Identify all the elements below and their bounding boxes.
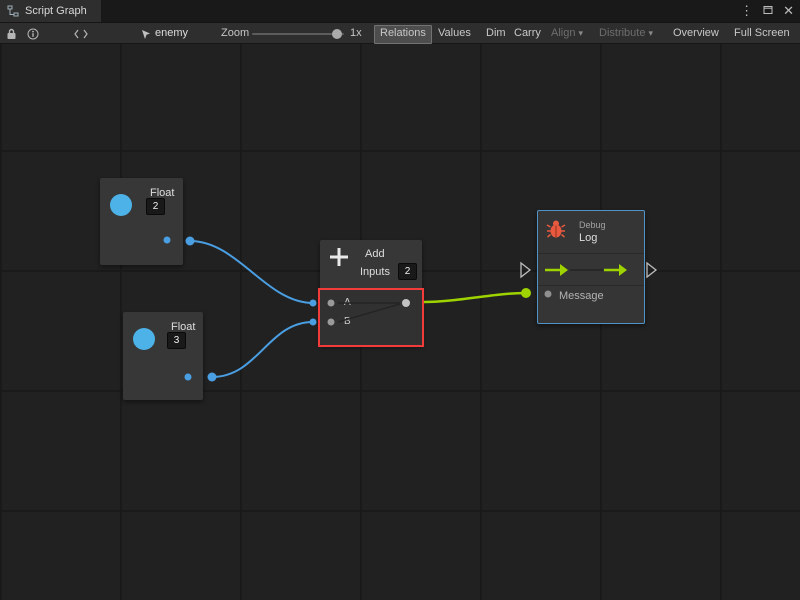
node-title: Log — [579, 232, 597, 244]
align-label: Align — [551, 27, 575, 39]
zoom-label: Zoom — [221, 27, 249, 39]
graph-pointer-icon — [141, 29, 151, 43]
close-icon[interactable]: ✕ — [783, 0, 794, 22]
node-title: Add — [365, 248, 385, 260]
zoom-slider-handle[interactable] — [332, 29, 342, 39]
node-float-b[interactable]: Float 3 — [123, 312, 203, 400]
graph-canvas[interactable]: Float 2 Float 3 Add Inputs 2 A B — [0, 44, 800, 600]
float-value-field[interactable]: 3 — [167, 332, 186, 349]
chevron-down-icon: ▾ — [648, 28, 653, 38]
code-view-icon[interactable] — [74, 29, 88, 42]
graph-toolbar: enemy Zoom 1x Relations Values Dim Carry… — [0, 22, 800, 44]
port-label-a: A — [344, 297, 351, 308]
fullscreen-button[interactable]: Full Screen — [729, 25, 795, 42]
port-label-message: Message — [559, 290, 604, 302]
node-debug-log[interactable]: Debug Log Message — [537, 210, 645, 324]
lock-icon[interactable] — [6, 28, 17, 43]
align-dropdown[interactable]: Align▾ — [546, 25, 588, 42]
flow-input-triangle[interactable] — [521, 263, 530, 277]
node-category: Debug — [579, 220, 606, 230]
flow-output-triangle[interactable] — [647, 263, 656, 277]
node-float-a[interactable]: Float 2 — [100, 178, 183, 265]
edge-dot — [310, 300, 317, 307]
tab-title: Script Graph — [25, 5, 87, 17]
add-ports-section: A B — [320, 288, 422, 345]
zoom-slider-track[interactable] — [252, 33, 344, 35]
info-icon[interactable] — [27, 28, 39, 43]
tab-script-graph[interactable]: Script Graph — [0, 0, 101, 22]
window-controls: ⋮ ✕ — [740, 0, 794, 22]
node-add[interactable]: Add Inputs 2 A B — [320, 240, 422, 345]
distribute-dropdown[interactable]: Distribute▾ — [594, 25, 658, 42]
kebab-menu-icon[interactable]: ⋮ — [740, 0, 753, 22]
divider — [538, 253, 644, 254]
divider — [538, 285, 644, 286]
node-subtitle: Inputs — [360, 266, 390, 278]
window-titlebar: Script Graph ⋮ ✕ — [0, 0, 800, 22]
plus-icon — [328, 246, 350, 273]
bug-icon — [546, 219, 566, 244]
chevron-down-icon: ▾ — [578, 28, 583, 38]
distribute-label: Distribute — [599, 27, 645, 39]
dim-button[interactable]: Dim — [481, 25, 511, 42]
zoom-value: 1x — [350, 27, 362, 39]
graph-name[interactable]: enemy — [155, 27, 188, 39]
float-value-field[interactable]: 2 — [146, 198, 165, 215]
port-label-b: B — [344, 316, 351, 327]
float-literal-icon — [110, 194, 132, 216]
edge-float-a-to-add-a[interactable] — [190, 241, 313, 303]
edge-dot — [186, 237, 195, 246]
edge-float-b-to-add-b[interactable] — [212, 322, 313, 377]
relations-button[interactable]: Relations — [374, 25, 432, 44]
values-button[interactable]: Values — [433, 25, 476, 42]
script-graph-icon — [7, 5, 19, 17]
inputs-count-field[interactable]: 2 — [398, 263, 417, 280]
overview-button[interactable]: Overview — [668, 25, 724, 42]
maximize-icon[interactable] — [763, 0, 773, 22]
float-literal-icon — [133, 328, 155, 350]
edge-dot — [521, 288, 531, 298]
carry-button[interactable]: Carry — [509, 25, 546, 42]
edge-dot — [310, 319, 317, 326]
edge-add-to-debug-message[interactable] — [424, 293, 526, 302]
edge-dot — [208, 373, 217, 382]
